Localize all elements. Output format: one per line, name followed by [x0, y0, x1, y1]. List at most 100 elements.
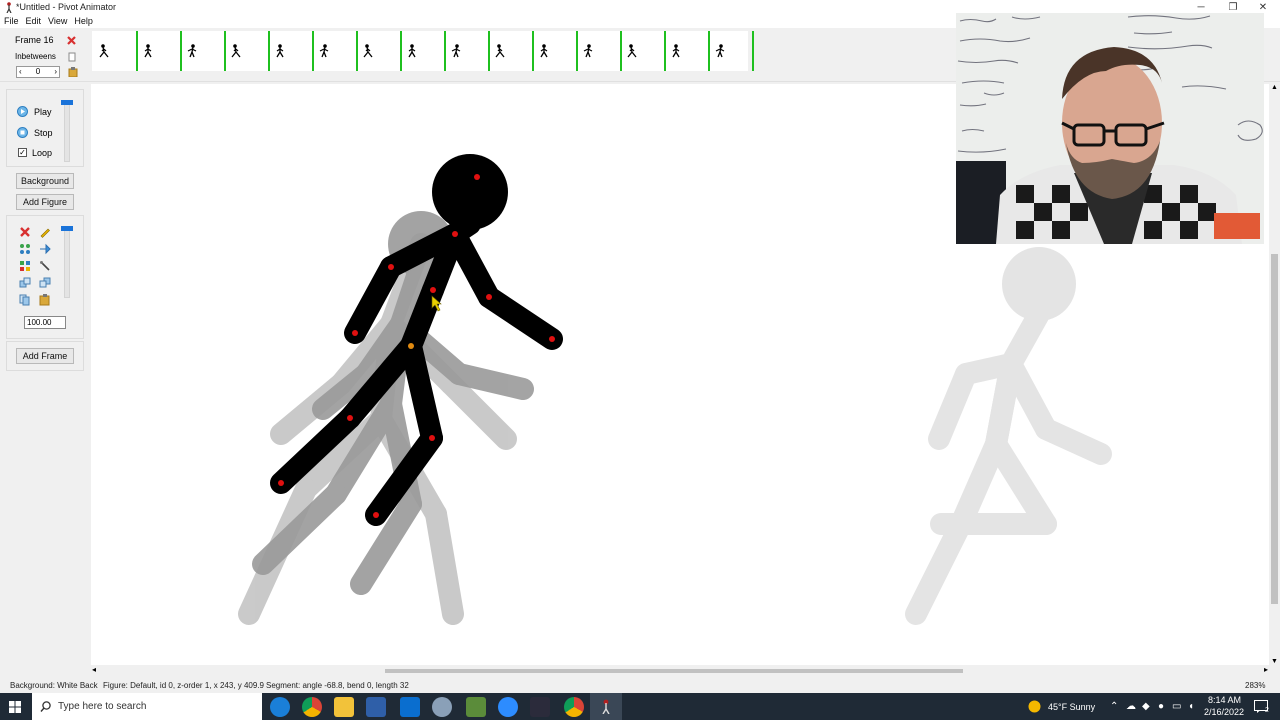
file-explorer-icon[interactable] [334, 697, 354, 717]
play-label[interactable]: Play [34, 107, 52, 117]
chrome-profile-icon[interactable] [564, 697, 584, 717]
frame-separator[interactable] [180, 31, 182, 71]
weather-text[interactable]: 45°F Sunny [1048, 702, 1095, 712]
microphone-icon[interactable]: ● [1158, 701, 1164, 712]
add-figure-button[interactable]: Add Figure [16, 194, 74, 210]
frame-info-panel: Frame 16 Inbetweens ‹ 0 › [8, 31, 84, 79]
frame-separator[interactable] [312, 31, 314, 71]
loop-label[interactable]: Loop [32, 148, 52, 158]
flip-figure-icon[interactable] [19, 243, 31, 255]
menu-edit[interactable]: Edit [22, 15, 45, 26]
ghost-figure[interactable] [905, 247, 1112, 625]
taskbar-search-box[interactable]: Type here to search [32, 693, 262, 720]
frame-separator[interactable] [532, 31, 534, 71]
frame-thumbnail-12[interactable] [576, 31, 620, 71]
frame-thumbnail-7[interactable] [356, 31, 400, 71]
network-icon[interactable]: ▭ [1172, 701, 1181, 712]
pivot-animator-taskbar-button[interactable] [590, 693, 622, 720]
frame-thumbnail-11[interactable] [532, 31, 576, 71]
horizontal-scroll-thumb[interactable] [385, 669, 963, 673]
spinner-up-arrow[interactable]: › [54, 67, 57, 77]
frame-thumbnail-6[interactable] [312, 31, 356, 71]
menu-help[interactable]: Help [70, 15, 96, 26]
spinner-down-arrow[interactable]: ‹ [19, 67, 22, 77]
delete-figure-icon[interactable] [19, 226, 31, 238]
joint-origin [408, 343, 414, 349]
edge-browser-icon[interactable] [270, 697, 290, 717]
frame-thumbnail-4[interactable] [224, 31, 268, 71]
figure-scale-input[interactable]: 100.00 [24, 316, 66, 329]
frame-separator[interactable] [444, 31, 446, 71]
figure-scale-slider[interactable] [64, 228, 70, 298]
frame-separator[interactable] [224, 31, 226, 71]
speed-slider-thumb[interactable] [61, 100, 73, 105]
move-figure-icon[interactable] [39, 243, 51, 255]
scroll-right-arrow[interactable]: ▸ [1264, 665, 1268, 674]
zoom-icon[interactable] [498, 697, 518, 717]
copy-frame-icon[interactable] [68, 52, 77, 62]
horizontal-scrollbar[interactable]: ◂ ▸ [91, 665, 1269, 677]
windows-start-icon[interactable] [9, 701, 21, 713]
edit-figure-icon[interactable] [39, 226, 51, 238]
menu-file[interactable]: File [0, 15, 22, 26]
frame-thumbnail-10[interactable] [488, 31, 532, 71]
paste-figure-icon[interactable] [39, 294, 51, 306]
speed-slider[interactable] [64, 102, 70, 162]
stop-label[interactable]: Stop [34, 128, 53, 138]
frame-separator[interactable] [664, 31, 666, 71]
vertical-scrollbar[interactable]: ▲ ▼ [1269, 84, 1280, 665]
frame-thumbnail-5[interactable] [268, 31, 312, 71]
vertical-scroll-thumb[interactable] [1271, 254, 1278, 604]
inbetweens-spinner[interactable]: ‹ 0 › [16, 66, 60, 78]
loop-checkbox[interactable]: ✓ [18, 148, 27, 157]
frame-separator[interactable] [576, 31, 578, 71]
frame-thumbnail-3[interactable] [180, 31, 224, 71]
app-icon-6[interactable] [432, 697, 452, 717]
tray-chevron-icon[interactable]: ⌃ [1110, 701, 1118, 712]
frame-thumbnail-2[interactable] [136, 31, 180, 71]
visual-studio-icon[interactable] [366, 697, 386, 717]
frame-separator[interactable] [620, 31, 622, 71]
davinci-resolve-icon[interactable] [530, 697, 550, 717]
play-icon[interactable] [17, 106, 28, 117]
color-figure-icon[interactable] [19, 260, 31, 272]
weather-sun-icon[interactable] [1028, 700, 1041, 713]
front-icon[interactable] [19, 277, 31, 289]
chrome-browser-icon[interactable] [302, 697, 322, 717]
minecraft-icon[interactable] [466, 697, 486, 717]
scroll-down-arrow[interactable]: ▼ [1271, 658, 1278, 665]
joint-left-knee [347, 415, 353, 421]
frame-strip[interactable] [92, 31, 754, 71]
frame-separator[interactable] [136, 31, 138, 71]
background-button[interactable]: Background [16, 173, 74, 189]
clock-date[interactable]: 2/16/2022 [1204, 707, 1244, 717]
back-icon[interactable] [39, 277, 51, 289]
scroll-left-arrow[interactable]: ◂ [92, 665, 96, 674]
frame-separator[interactable] [356, 31, 358, 71]
frame-separator[interactable] [268, 31, 270, 71]
figure-scale-slider-thumb[interactable] [61, 226, 73, 231]
dropbox-icon[interactable]: ◆ [1142, 701, 1150, 712]
copy-figure-icon[interactable] [19, 294, 31, 306]
volume-icon[interactable]: ◖ [1188, 701, 1194, 712]
menu-view[interactable]: View [44, 15, 70, 26]
frame-thumbnail-9[interactable] [444, 31, 488, 71]
frame-separator[interactable] [708, 31, 710, 71]
joint-head [474, 174, 480, 180]
delete-frame-icon[interactable] [66, 35, 77, 46]
frame-separator[interactable] [400, 31, 402, 71]
segment-tool-icon[interactable] [39, 260, 51, 272]
stop-icon[interactable] [17, 127, 28, 138]
frame-separator[interactable] [488, 31, 490, 71]
outlook-icon[interactable] [400, 697, 420, 717]
cloud-icon[interactable]: ☁ [1126, 701, 1136, 712]
frame-thumbnail-1[interactable] [92, 31, 136, 71]
paste-frame-icon[interactable] [68, 67, 78, 77]
clock-time[interactable]: 8:14 AM [1208, 695, 1241, 705]
frame-thumbnail-15[interactable] [708, 31, 752, 71]
frame-thumbnail-13[interactable] [620, 31, 664, 71]
add-frame-button[interactable]: Add Frame [16, 348, 74, 364]
scroll-up-arrow[interactable]: ▲ [1271, 84, 1278, 91]
frame-thumbnail-8[interactable] [400, 31, 444, 71]
frame-thumbnail-14[interactable] [664, 31, 708, 71]
